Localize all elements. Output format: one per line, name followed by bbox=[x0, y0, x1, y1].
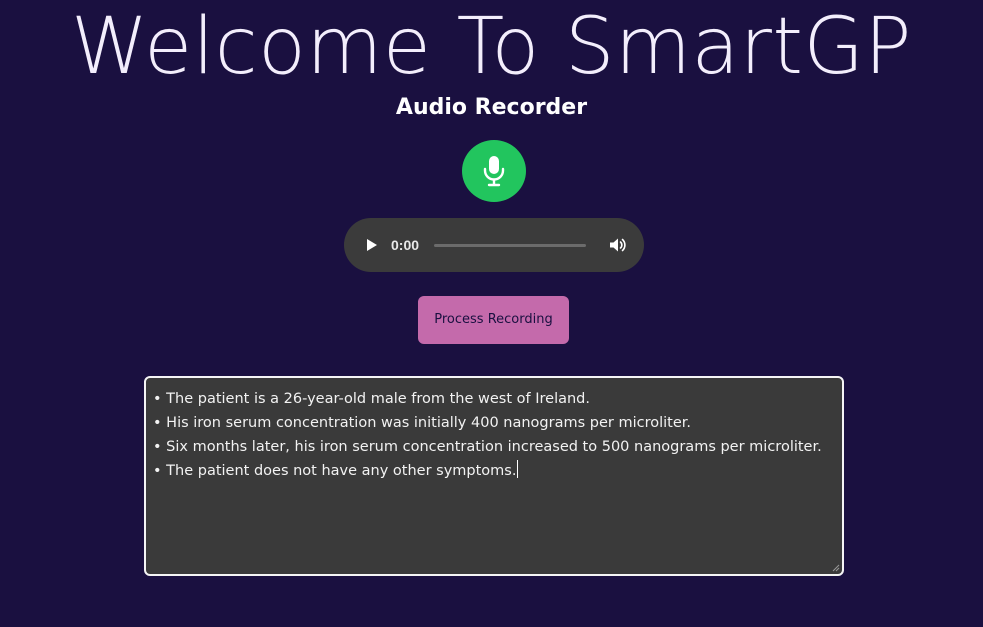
transcript-line-text: • The patient does not have any other sy… bbox=[153, 463, 517, 479]
resize-grip-icon[interactable] bbox=[831, 563, 840, 572]
transcript-textarea[interactable]: • The patient is a 26-year-old male from… bbox=[144, 376, 844, 576]
play-button[interactable] bbox=[364, 237, 380, 253]
volume-button[interactable] bbox=[609, 236, 627, 254]
transcript-line: • Six months later, his iron serum conce… bbox=[153, 439, 822, 455]
transcript-line: • The patient is a 26-year-old male from… bbox=[153, 391, 590, 407]
playback-progress-bar[interactable] bbox=[434, 243, 586, 247]
audio-player[interactable]: 0:00 bbox=[344, 218, 644, 272]
page-title: Welcome To SmartGP bbox=[71, 2, 912, 92]
playback-time: 0:00 bbox=[391, 237, 420, 253]
text-cursor bbox=[517, 460, 519, 478]
transcript-line: • His iron serum concentration was initi… bbox=[153, 415, 691, 431]
volume-icon bbox=[610, 238, 626, 252]
play-icon bbox=[367, 239, 377, 251]
record-button[interactable] bbox=[462, 140, 526, 202]
audio-recorder-heading: Audio Recorder bbox=[395, 95, 588, 120]
transcript-line: • The patient does not have any other sy… bbox=[153, 459, 835, 483]
microphone-icon bbox=[483, 156, 505, 187]
process-recording-button[interactable]: Process Recording bbox=[418, 296, 569, 344]
